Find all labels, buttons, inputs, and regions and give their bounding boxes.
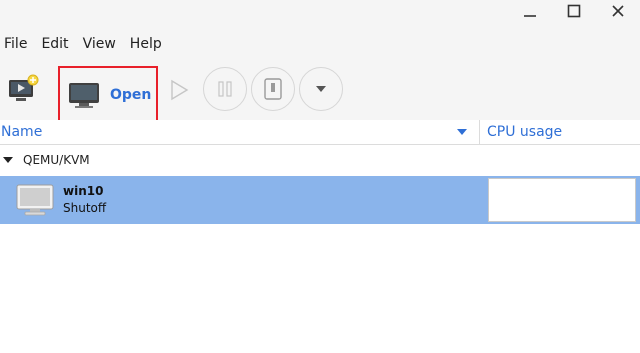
run-button[interactable] bbox=[168, 78, 190, 102]
column-header-name-label: Name bbox=[1, 124, 43, 140]
vm-monitor-icon bbox=[16, 184, 54, 216]
column-header-name[interactable]: Name bbox=[0, 120, 478, 144]
column-headers: Name CPU usage bbox=[0, 120, 640, 145]
vm-status: Shutoff bbox=[63, 201, 107, 215]
shutdown-icon bbox=[264, 78, 282, 100]
column-header-cpu-label: CPU usage bbox=[487, 124, 563, 140]
monitor-icon bbox=[69, 83, 99, 108]
menu-view[interactable]: View bbox=[78, 28, 125, 60]
maximize-button[interactable] bbox=[554, 0, 594, 22]
close-icon bbox=[612, 5, 624, 17]
column-header-cpu[interactable]: CPU usage bbox=[480, 120, 640, 144]
shutdown-menu-button[interactable] bbox=[299, 67, 343, 111]
vm-name: win10 bbox=[63, 184, 104, 198]
title-bar bbox=[0, 0, 640, 28]
connection-row[interactable]: QEMU/KVM bbox=[0, 145, 640, 175]
cpu-usage-graph bbox=[488, 178, 636, 222]
maximize-icon bbox=[567, 4, 581, 18]
close-button[interactable] bbox=[598, 0, 638, 22]
new-vm-button[interactable] bbox=[6, 72, 40, 106]
menu-help[interactable]: Help bbox=[125, 28, 171, 60]
minimize-button[interactable] bbox=[510, 0, 550, 22]
shutdown-button[interactable] bbox=[251, 67, 295, 111]
toolbar: Open bbox=[0, 60, 640, 124]
sort-down-icon bbox=[457, 129, 467, 135]
minimize-icon bbox=[524, 15, 536, 17]
chevron-down-icon bbox=[316, 86, 326, 92]
menu-bar: File Edit View Help bbox=[0, 28, 640, 60]
pause-icon bbox=[218, 81, 232, 97]
connection-label: QEMU/KVM bbox=[23, 153, 90, 167]
open-button[interactable]: Open bbox=[58, 66, 158, 124]
menu-file[interactable]: File bbox=[0, 28, 36, 60]
pause-button[interactable] bbox=[203, 67, 247, 111]
expander-down-icon[interactable] bbox=[2, 155, 14, 165]
play-icon bbox=[171, 79, 189, 101]
vm-row[interactable]: win10 Shutoff bbox=[0, 176, 640, 224]
menu-edit[interactable]: Edit bbox=[36, 28, 77, 60]
open-button-label: Open bbox=[110, 87, 152, 103]
new-vm-icon bbox=[9, 74, 39, 101]
virt-manager-window: File Edit View Help Open Name CPU usage … bbox=[0, 0, 640, 353]
